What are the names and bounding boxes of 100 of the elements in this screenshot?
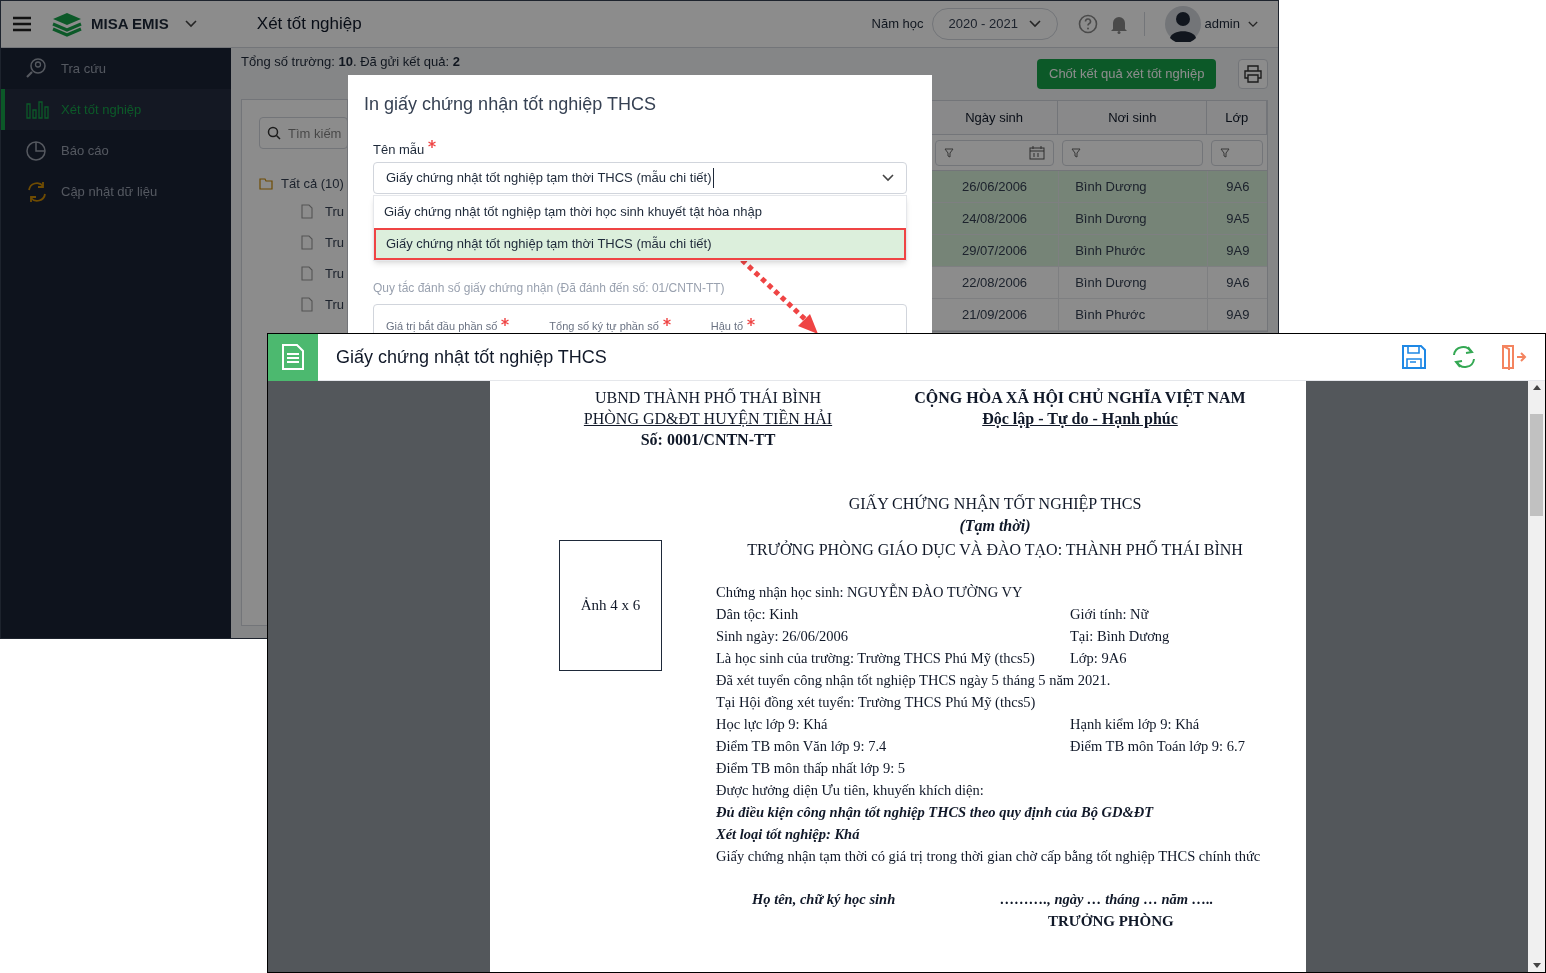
preview-title: Giấy chứng nhật tốt nghiệp THCS — [336, 345, 607, 369]
document-text: Được hưởng diện Ưu tiên, khuyến khích diện: — [716, 781, 984, 800]
document-text: Học lực lớp 9: Khá — [716, 715, 829, 734]
exit-icon[interactable] — [1501, 344, 1527, 370]
tree-node[interactable]: Tru — [259, 196, 345, 227]
chevron-down-icon[interactable] — [1248, 20, 1258, 28]
sidebar-item[interactable]: Tra cứu — [1, 48, 231, 89]
filter-field[interactable] — [935, 139, 1055, 166]
tree-node[interactable]: Tru — [259, 227, 345, 258]
date-line: ………., ngày … tháng … năm ….. — [1000, 890, 1214, 909]
sync-icon — [25, 179, 49, 204]
document-text: Là học sinh của trường: Trường THCS Phú Mỹ (thcs5) — [716, 649, 1036, 668]
document-subtitle: (Tạm thời) — [959, 516, 1031, 537]
document-text: Điểm TB môn thấp nhất lớp 9: 5 — [716, 759, 906, 778]
help-icon[interactable] — [1077, 14, 1098, 34]
refresh-icon[interactable] — [1451, 344, 1477, 370]
document-text: Điểm TB môn Toán lớp 9: 6.7 — [1070, 737, 1245, 756]
document-issuer: TRƯỞNG PHÒNG GIÁO DỤC VÀ ĐÀO TẠO: THÀNH PHỐ THÁI BÌNH — [747, 539, 1243, 560]
filter-icon — [1071, 147, 1082, 158]
page-title: Xét tốt nghiệp — [256, 13, 362, 36]
bell-icon[interactable] — [1109, 14, 1128, 34]
document-text: Giấy chứng nhận tạm thời có giá trị trong thời gian chờ cấp bằng tốt nghiệp THCS chính thức — [716, 847, 1261, 866]
field-label: Hậu tố — [710, 319, 744, 333]
table-cell-text: 22/08/2006 — [961, 273, 1029, 292]
sidebar-item[interactable]: Báo cáo — [1, 130, 231, 171]
table-cell: 9A9 — [1207, 299, 1267, 330]
filter-icon — [1220, 147, 1231, 158]
photo-label: Ảnh 4 x 6 — [580, 596, 641, 616]
table-row[interactable]: 29/07/2006 Bình Phước 9A9 — [931, 235, 1267, 267]
document-title: GIẤY CHỨNG NHẬN TỐT NGHIỆP THCS — [848, 493, 1142, 514]
pie-icon — [25, 138, 49, 163]
document-text: Lớp: 9A6 — [1070, 649, 1127, 668]
scrollbar[interactable] — [1528, 381, 1545, 972]
tree-node[interactable]: Tru — [259, 258, 345, 289]
document-text: Giới tính: Nữ — [1070, 605, 1149, 624]
document-text: Điểm TB môn Văn lớp 9: 7.4 — [716, 737, 888, 756]
scrollbar-thumb[interactable] — [1530, 414, 1543, 516]
document-heading: PHÒNG GD&ĐT HUYỆN TIỀN HẢI — [583, 408, 833, 429]
document-heading: Độc lập - Tự do - Hạnh phúc — [982, 409, 1178, 429]
table-cell: 9A9 — [1207, 235, 1267, 266]
table-cell-text: 21/09/2006 — [961, 305, 1029, 324]
document-heading: UBND THÀNH PHỐ THÁI BÌNH — [594, 387, 822, 408]
field-label: Tên mẫu — [373, 140, 437, 160]
table-row[interactable]: 26/06/2006 Bình Dương 9A6 — [931, 171, 1267, 203]
template-select[interactable]: Giấy chứng nhật tốt nghiệp tạm thời THCS (mẫu chi tiết) — [373, 162, 907, 194]
menu-icon[interactable] — [13, 16, 31, 32]
avatar-icon[interactable] — [1164, 6, 1201, 42]
document-text: Chứng nhận học sinh: NGUYỄN ĐÀO TƯỜNG VY — [716, 582, 1023, 602]
table-cell-text: 24/08/2006 — [961, 209, 1029, 228]
document-text: Đủ điều kiện công nhận tốt nghiệp THCS theo quy định của Bộ GD&ĐT — [716, 803, 1154, 822]
file-icon — [301, 266, 313, 281]
scroll-up-icon[interactable] — [1532, 385, 1541, 390]
filter-field[interactable] — [1062, 139, 1204, 166]
print-button[interactable] — [1238, 59, 1268, 89]
chevron-down-icon[interactable] — [882, 174, 894, 182]
table-cell: Bình Dương — [1058, 171, 1208, 202]
table-cell: Bình Phước — [1058, 299, 1208, 330]
sidebar-item[interactable]: Cập nhật dữ liệu — [1, 171, 231, 212]
confirm-button[interactable]: Chốt kết quả xét tốt nghiệp — [1037, 59, 1217, 89]
document-text: Xét loại tốt nghiệp: Khá — [716, 825, 860, 844]
tree-node[interactable]: Tất cả (10) — [259, 172, 345, 196]
file-icon — [301, 204, 313, 219]
chevron-down-icon[interactable] — [184, 20, 197, 28]
table-cell: Bình Phước — [1058, 235, 1208, 266]
document-text: Sinh ngày: 26/06/2006 — [716, 627, 850, 646]
chevron-down-icon — [1028, 20, 1041, 28]
file-icon — [301, 235, 313, 250]
document-heading: Số: 0001/CNTN-TT — [640, 430, 776, 450]
table-row[interactable]: 21/09/2006 Bình Phước 9A9 — [931, 299, 1267, 331]
numbering-label: Quy tắc đánh số giấy chứng nhận (Đã đánh đến số: 01/CNTN-TT) — [373, 279, 725, 297]
table-cell-text: 29/07/2006 — [961, 241, 1029, 260]
scroll-down-icon[interactable] — [1532, 963, 1541, 968]
field-label: Giá trị bắt đầu phần số — [386, 319, 498, 333]
table-cell: 9A5 — [1207, 203, 1267, 234]
search-icon — [267, 126, 281, 140]
summary-text: Tổng số trường: 10. Đã gửi kết quả: 2 — [241, 53, 460, 71]
tree-node[interactable]: Tru — [259, 289, 345, 320]
document-text: Đã xét tuyển công nhận tốt nghiệp THCS ngày 5 tháng 5 năm 2021. — [716, 671, 1111, 690]
document-text: Tại: Bình Dương — [1070, 627, 1170, 646]
table-row[interactable]: 24/08/2006 Bình Dương 9A5 — [931, 203, 1267, 235]
table-cell: 9A6 — [1207, 267, 1267, 298]
table-cell: Bình Dương — [1058, 203, 1208, 234]
search-field[interactable]: Tìm kiếm — [259, 117, 348, 149]
signature-label: Họ tên, chữ ký học sinh — [752, 890, 896, 909]
document-text: Dân tộc: Kinh — [716, 605, 800, 624]
dropdown-option[interactable]: Giấy chứng nhật tốt nghiệp tạm thời THCS (mẫu chi tiết) — [374, 228, 906, 260]
filter-field[interactable] — [1211, 139, 1263, 166]
save-icon[interactable] — [1401, 344, 1427, 370]
calendar-icon[interactable] — [1029, 145, 1046, 160]
table-cell: 9A6 — [1207, 171, 1267, 202]
table-row[interactable]: 22/08/2006 Bình Dương 9A6 — [931, 267, 1267, 299]
field-label: Tổng số ký tự phần số — [549, 319, 659, 333]
dropdown-option[interactable]: Giấy chứng nhật tốt nghiệp tạm thời học sinh khuyết tật hòa nhập — [374, 196, 906, 228]
table-cell: Bình Dương — [1058, 267, 1208, 298]
signature-role: TRƯỞNG PHÒNG — [1048, 912, 1174, 931]
brand-name: MISA EMIS — [91, 13, 169, 34]
file-icon — [301, 297, 313, 312]
document-text: Hạnh kiểm lớp 9: Khá — [1070, 715, 1200, 734]
user-name[interactable]: admin — [1204, 14, 1240, 34]
document-heading: CỘNG HÒA XÃ HỘI CHỦ NGHĨA VIỆT NAM — [914, 387, 1246, 408]
